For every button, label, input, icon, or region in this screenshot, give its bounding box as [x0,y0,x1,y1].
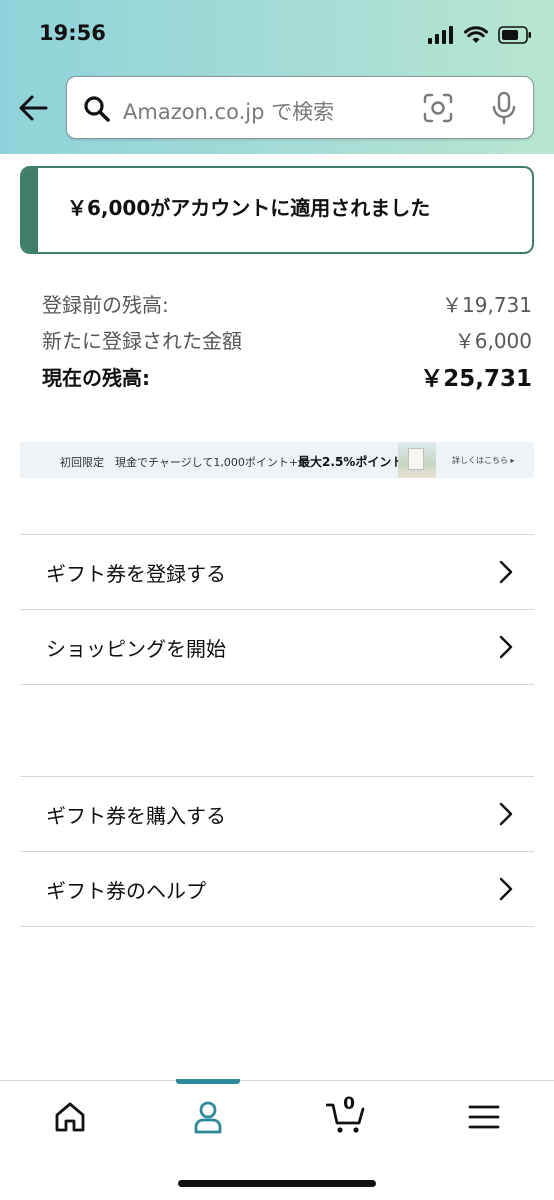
search-input[interactable]: Amazon.co.jp で検索 [66,76,534,139]
account-icon[interactable] [188,1099,228,1135]
banner-prefix: 初回限定 現金でチャージして1,000ポイント+ [60,456,299,469]
success-alert: ￥6,000がアカウントに適用されました [20,166,534,254]
menu-icon[interactable] [464,1099,504,1135]
banner-highlight: 最大2.5%ポイント [298,455,404,469]
balance-before-row: 登録前の残高: ￥19,731 [42,289,532,319]
chevron-right-icon [499,560,513,584]
chevron-right-icon [499,877,513,901]
search-icon [84,96,110,122]
alert-message: ￥6,000がアカウントに適用されました [67,196,431,220]
microphone-icon[interactable] [491,91,517,125]
list-item-label: ギフト券のヘルプ [46,879,206,903]
amount-added-row: 新たに登録された金額 ￥6,000 [42,325,532,355]
banner-details-link[interactable]: 詳しくはこちら ▸ [452,455,515,466]
list-item-gift-card-help[interactable]: ギフト券のヘルプ [20,851,534,927]
cellular-signal-icon [428,26,453,44]
camera-lens-icon[interactable] [423,93,453,123]
home-icon[interactable] [50,1099,90,1135]
battery-icon [498,26,531,44]
amount-added-value: ￥6,000 [454,329,532,353]
current-balance-value: ￥25,731 [420,366,532,392]
banner-image [398,442,436,478]
wifi-icon [464,26,488,43]
promo-banner[interactable]: 初回限定 現金でチャージして1,000ポイント+最大2.5%ポイント 詳しくはこ… [20,442,534,478]
active-tab-indicator [176,1079,240,1084]
list-item-buy-gift-card[interactable]: ギフト券を購入する [20,776,534,852]
status-icons [428,22,532,48]
list-item-label: ショッピングを開始 [46,637,226,661]
amount-added-label: 新たに登録された金額 [42,329,242,353]
list-item-label: ギフト券を登録する [46,562,226,586]
list-item-redeem-gift-card[interactable]: ギフト券を登録する [20,534,534,610]
top-header: 19:56 Amazon.co.jp で検索 [0,0,554,154]
arrow-left-icon[interactable] [16,90,52,126]
alert-accent-bar [22,168,38,252]
current-balance-row: 現在の残高: ￥25,731 [42,362,532,392]
balance-before-value: ￥19,731 [442,293,532,317]
list-item-start-shopping[interactable]: ショッピングを開始 [20,609,534,685]
list-item-label: ギフト券を購入する [46,804,226,828]
current-balance-label: 現在の残高: [42,366,150,390]
cart-count-badge: 0 [343,1094,355,1114]
balance-before-label: 登録前の残高: [42,293,169,317]
status-time: 19:56 [39,21,106,45]
chevron-right-icon [499,635,513,659]
home-indicator[interactable] [178,1180,376,1187]
search-placeholder: Amazon.co.jp で検索 [123,100,335,124]
chevron-right-icon [499,802,513,826]
banner-text: 初回限定 現金でチャージして1,000ポイント+最大2.5%ポイント [60,453,403,470]
